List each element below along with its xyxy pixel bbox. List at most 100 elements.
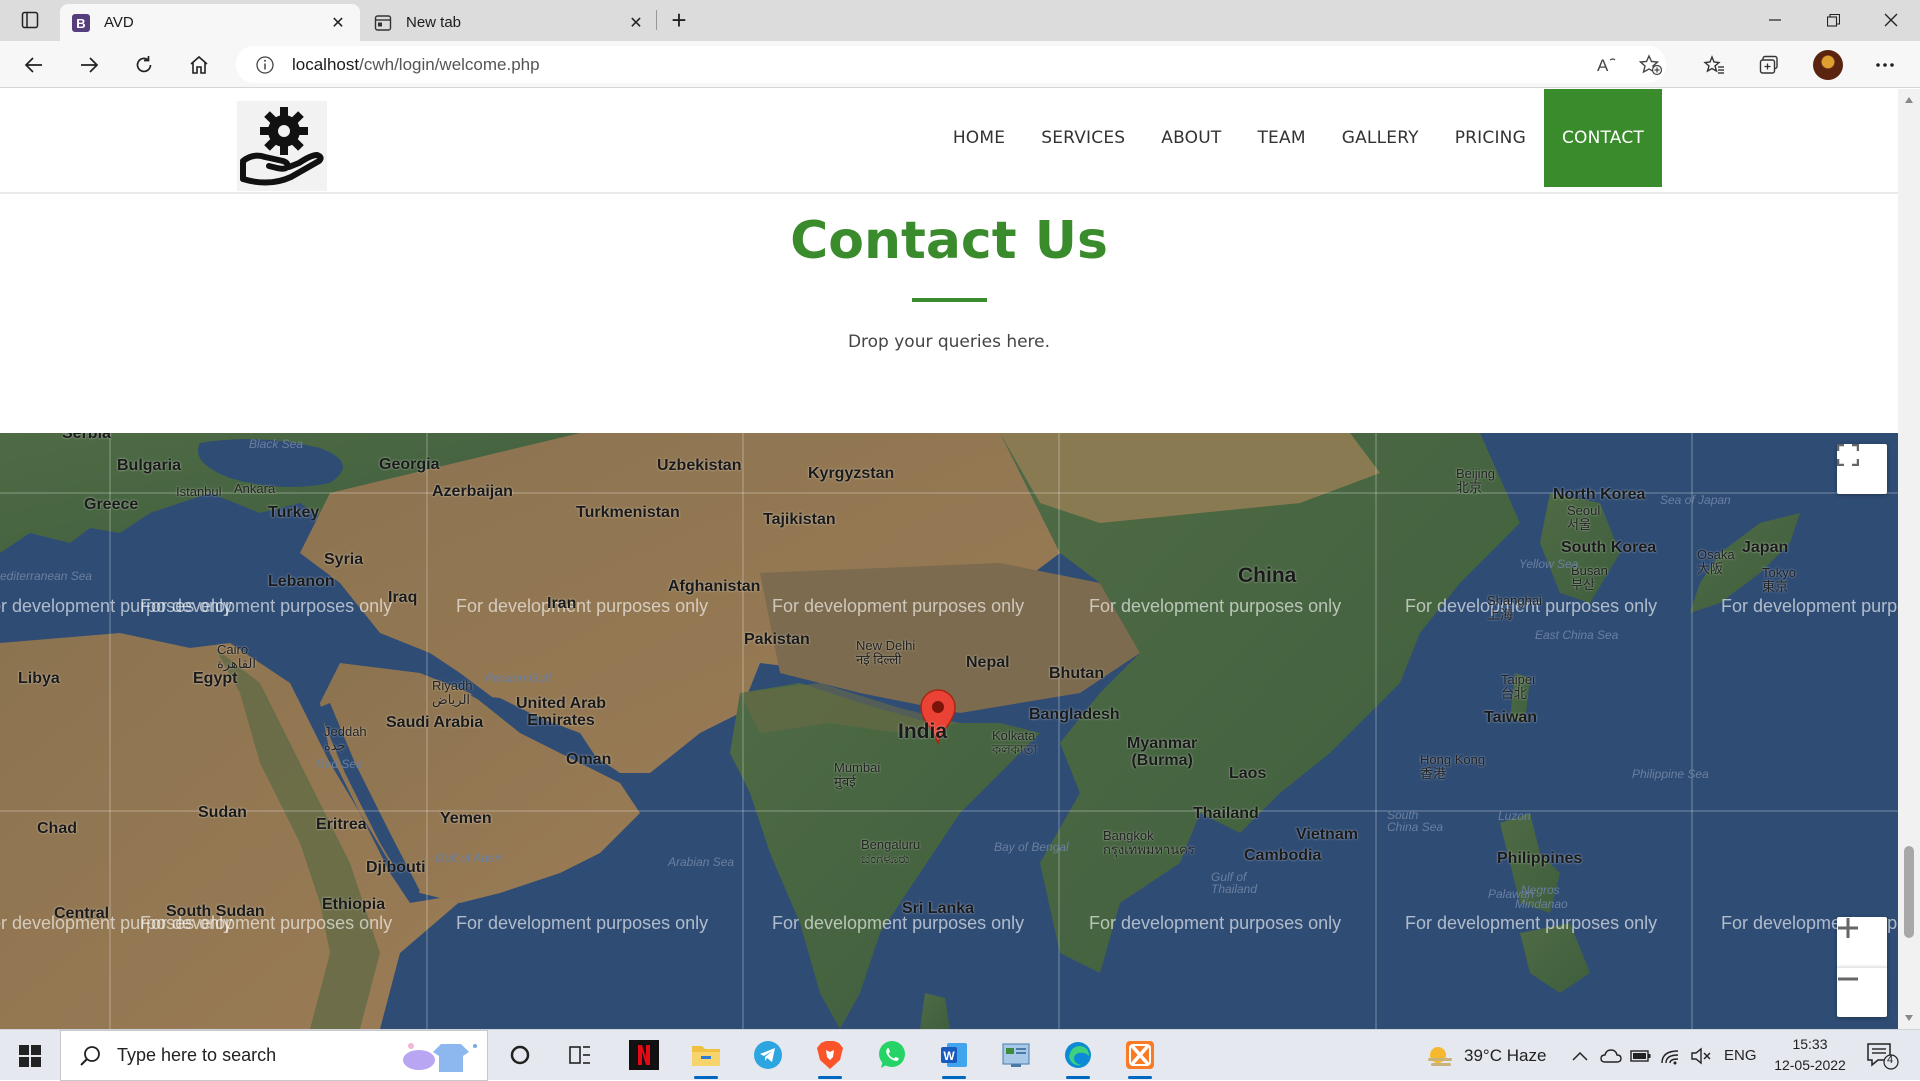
dev-watermark: For development purposes only: [772, 913, 1025, 933]
map-label: Vietnam: [1296, 826, 1358, 843]
xampp-app[interactable]: [1120, 1036, 1160, 1079]
map-label: Central: [54, 905, 110, 922]
map-sea-label: Sea of Japan: [1660, 493, 1731, 507]
site-info-icon[interactable]: [254, 54, 276, 76]
file-explorer-app[interactable]: [686, 1036, 726, 1079]
taskbar-search[interactable]: Type here to search: [60, 1030, 488, 1081]
dev-watermark: For development purposes only: [140, 596, 393, 616]
arrow-right-icon: [81, 57, 99, 73]
page-scrollbar[interactable]: [1898, 89, 1920, 1029]
nav-home[interactable]: HOME: [935, 89, 1023, 187]
map-city-label: Jeddah جدة: [324, 724, 367, 753]
control-panel-app[interactable]: [996, 1036, 1036, 1074]
scroll-up-icon[interactable]: [1905, 97, 1913, 103]
map-label: Serbia: [62, 433, 111, 442]
map-zoom-in-button[interactable]: [1837, 917, 1887, 967]
telegram-app[interactable]: [748, 1036, 788, 1074]
tray-overflow-button[interactable]: [1572, 1030, 1588, 1081]
google-map[interactable]: For development purposes only For develo…: [0, 433, 1898, 1029]
home-button[interactable]: [182, 48, 216, 82]
refresh-icon: [136, 56, 152, 73]
nav-pricing[interactable]: PRICING: [1437, 89, 1544, 187]
map-label: Kyrgyzstan: [808, 465, 895, 482]
add-favorite-icon[interactable]: [1638, 53, 1664, 77]
weather-widget[interactable]: 39°C Haze: [1426, 1030, 1546, 1081]
nav-services[interactable]: SERVICES: [1023, 89, 1143, 187]
nav-team[interactable]: TEAM: [1239, 89, 1323, 187]
tab-new-tab[interactable]: New tab ✕: [362, 4, 658, 41]
refresh-button[interactable]: [127, 48, 161, 82]
map-label: Iran: [547, 595, 577, 612]
minimize-button[interactable]: [1752, 0, 1798, 40]
close-window-button[interactable]: [1868, 0, 1914, 40]
scroll-thumb[interactable]: [1904, 846, 1914, 938]
url-path: /cwh/login/welcome.php: [359, 54, 540, 74]
map-label: Oman: [566, 751, 612, 768]
favorites-button[interactable]: [1697, 48, 1731, 82]
taskbar-clock[interactable]: 15:33 12-05-2022: [1770, 1034, 1850, 1076]
map-label: Bangladesh: [1029, 706, 1120, 723]
minimize-icon: [1769, 19, 1781, 21]
brave-app[interactable]: [810, 1036, 850, 1079]
tab-title: New tab: [406, 14, 462, 31]
map-label: Libya: [18, 670, 60, 687]
close-icon: [1884, 13, 1898, 27]
map-sea-label: Philippine Sea: [1632, 767, 1709, 781]
settings-menu-button[interactable]: [1868, 48, 1902, 82]
profile-avatar[interactable]: [1813, 50, 1843, 80]
map-label: Iraq: [388, 589, 418, 606]
notification-icon: [1867, 1042, 1899, 1070]
tab-close-icon[interactable]: ✕: [328, 13, 348, 33]
input-language[interactable]: ENG: [1724, 1030, 1757, 1081]
notification-center-button[interactable]: 4: [1866, 1030, 1900, 1081]
map-label: India: [898, 720, 948, 743]
edge-app[interactable]: [1058, 1036, 1098, 1079]
address-bar[interactable]: localhost/cwh/login/welcome.php A: [236, 46, 1666, 83]
read-aloud-icon[interactable]: A: [1594, 53, 1620, 77]
bootstrap-favicon-icon: B: [72, 13, 90, 32]
back-button[interactable]: [17, 48, 51, 82]
tab-title: AVD: [104, 14, 134, 31]
start-button[interactable]: [0, 1030, 60, 1081]
word-app[interactable]: W: [934, 1036, 974, 1079]
dev-watermark: For development purposes only: [1721, 596, 1898, 616]
site-logo[interactable]: [237, 101, 327, 191]
forward-button[interactable]: [72, 48, 106, 82]
dev-watermark: For development purposes only: [772, 596, 1025, 616]
onedrive-tray[interactable]: [1600, 1030, 1622, 1081]
notification-count-badge: 4: [1887, 1054, 1894, 1066]
url-host: localhost: [292, 54, 360, 74]
map-label: Pakistan: [744, 631, 810, 648]
map-fullscreen-button[interactable]: [1837, 444, 1887, 494]
cortana-button[interactable]: [500, 1036, 540, 1074]
nav-contact[interactable]: CONTACT: [1543, 89, 1662, 187]
network-tray[interactable]: [1660, 1030, 1682, 1081]
map-sea-label: Arabian Sea: [668, 855, 735, 869]
site-header: HOME SERVICES ABOUT TEAM GALLERY PRICING…: [0, 89, 1898, 194]
contact-subtitle: Drop your queries here.: [847, 332, 1051, 352]
new-tab-button[interactable]: +: [664, 5, 694, 35]
map-label: Tajikistan: [763, 511, 836, 528]
tab-actions-button[interactable]: [14, 8, 46, 32]
nav-gallery[interactable]: GALLERY: [1324, 89, 1437, 187]
more-dots-icon: [1876, 63, 1894, 67]
map-label: Ethiopia: [322, 896, 386, 913]
windows-taskbar: Type here to search W 39°C Haze ENG 15:3…: [0, 1029, 1920, 1081]
whatsapp-app[interactable]: [872, 1036, 912, 1074]
active-app-indicator: [818, 1076, 842, 1079]
volume-tray[interactable]: [1690, 1030, 1712, 1081]
collections-button[interactable]: [1753, 48, 1787, 82]
restore-button[interactable]: [1810, 0, 1856, 40]
netflix-app[interactable]: [624, 1036, 664, 1074]
map-label: Lebanon: [268, 573, 335, 590]
map-zoom-out-button[interactable]: [1837, 967, 1887, 1017]
scroll-down-icon[interactable]: [1905, 1015, 1913, 1021]
map-label: Cambodia: [1244, 847, 1322, 864]
battery-tray[interactable]: [1630, 1030, 1652, 1081]
tab-close-icon[interactable]: ✕: [626, 13, 646, 33]
svg-text:W: W: [943, 1049, 955, 1063]
folder-icon: [692, 1046, 720, 1066]
tab-avd[interactable]: B AVD ✕: [60, 4, 360, 41]
task-view-button[interactable]: [560, 1036, 600, 1074]
nav-about[interactable]: ABOUT: [1143, 89, 1239, 187]
